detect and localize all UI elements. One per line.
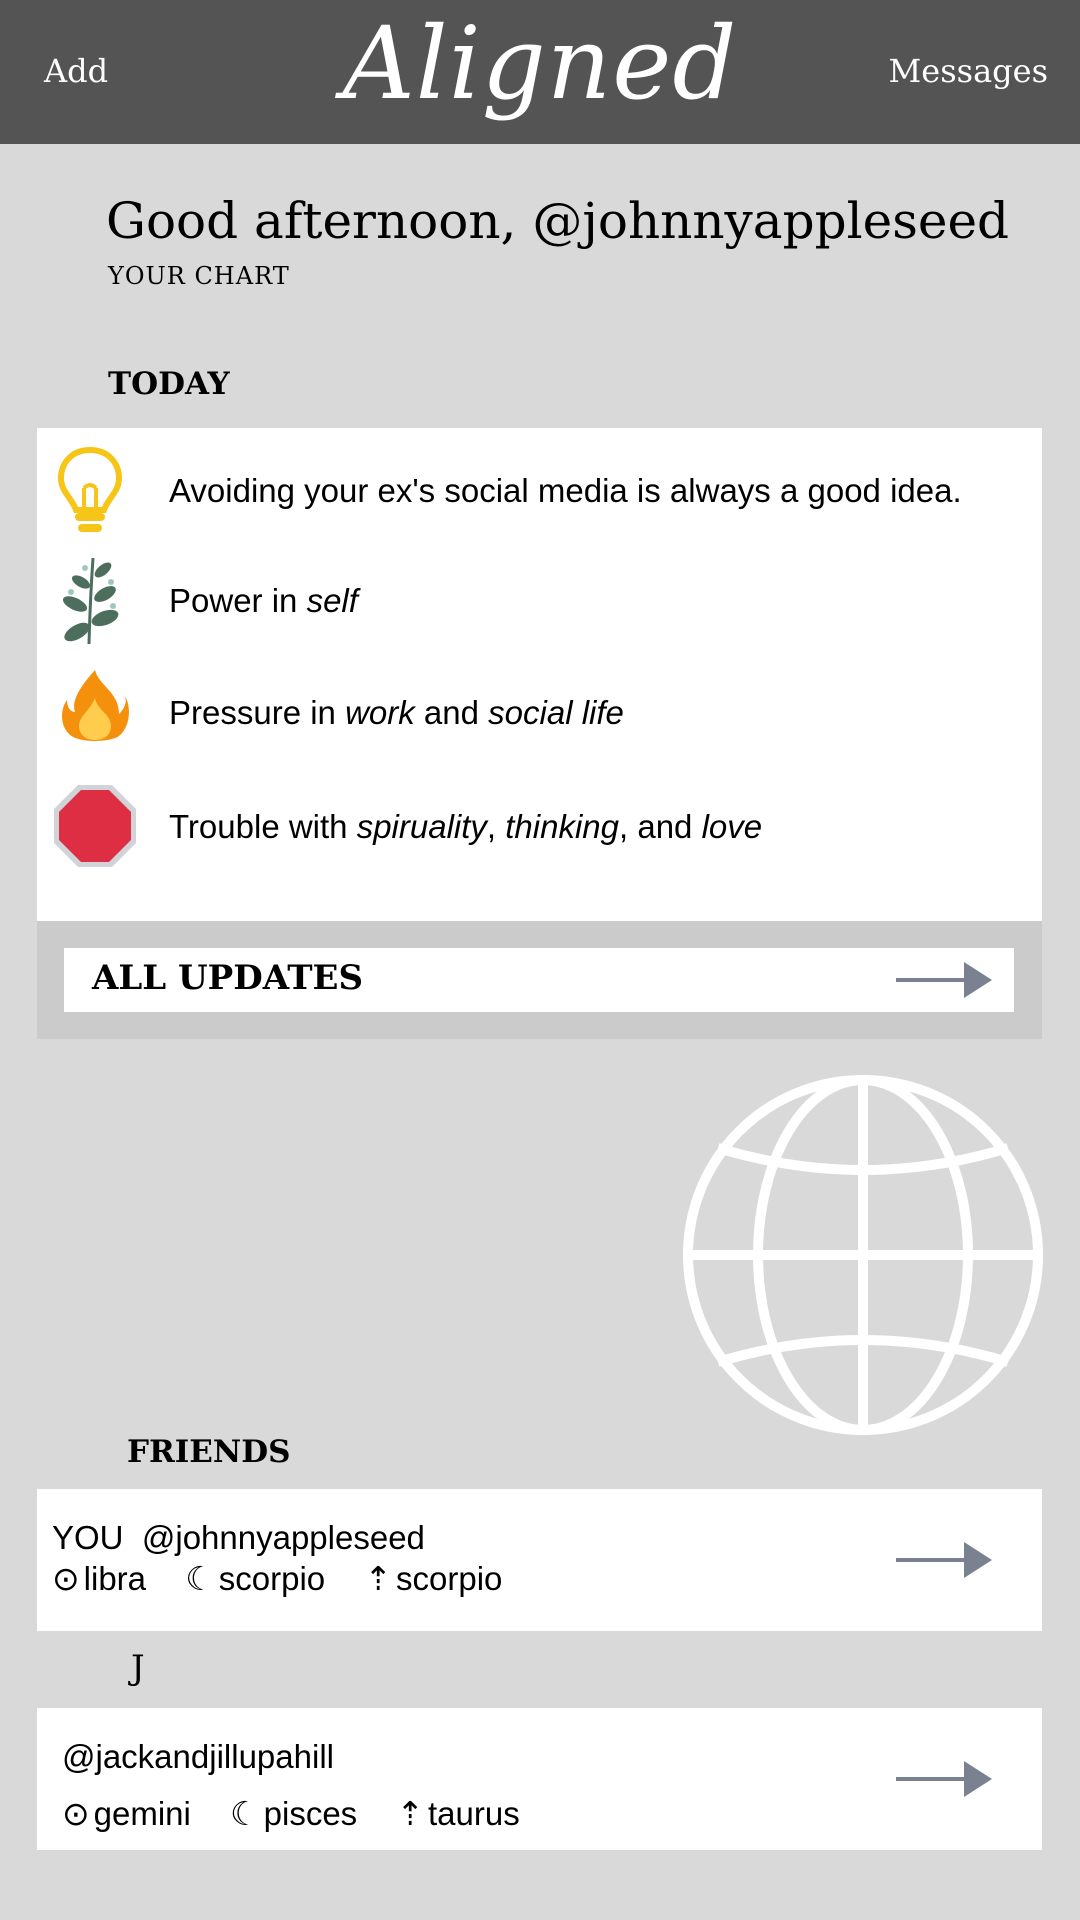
today-item: Trouble with spiruality, thinking, and l… xyxy=(37,784,1042,874)
today-heading: TODAY xyxy=(108,366,230,402)
rising-sign: ⇡ scorpio xyxy=(364,1560,503,1597)
your-chart-link[interactable]: YOUR CHART xyxy=(108,262,290,290)
sun-sign: ⊙ libra xyxy=(52,1560,147,1597)
friend-card-you[interactable]: YOU @johnnyappleseed ⊙ libra ☾ scorpio ⇡ sc… xyxy=(37,1489,1042,1631)
emphasis-text: work xyxy=(345,694,415,731)
friend-signs: ⊙ gemini ☾ pisces ⇡ taurus xyxy=(62,1794,550,1833)
moon-sign: ☾ scorpio xyxy=(185,1560,326,1597)
today-item-text: Trouble with spiruality, thinking, and l… xyxy=(169,808,762,846)
friends-group-letter: J xyxy=(131,1648,145,1688)
today-item: Pressure in work and social life xyxy=(37,668,1042,764)
rising-sign: ⇡ taurus xyxy=(396,1795,520,1832)
friend-handle: @jackandjillupahill xyxy=(62,1738,334,1775)
plain-text: Trouble with xyxy=(169,808,357,845)
emphasis-text: thinking xyxy=(505,808,619,845)
greeting-title: Good afternoon, @johnnyappleseed xyxy=(106,192,1010,250)
friends-heading: FRIENDS xyxy=(127,1434,291,1470)
plain-text: Power in xyxy=(169,582,307,619)
you-label: YOU xyxy=(52,1519,124,1556)
plain-text: , xyxy=(486,808,506,845)
arrow-right-icon xyxy=(894,958,994,1007)
plain-text: , and xyxy=(619,808,702,845)
sprout-icon xyxy=(59,552,123,651)
friend-signs: ⊙ libra ☾ scorpio ⇡ scorpio xyxy=(52,1559,532,1598)
moon-sign: ☾ pisces xyxy=(230,1795,358,1832)
stop-sign-icon xyxy=(53,784,137,873)
friend-card[interactable]: @jackandjillupahill ⊙ gemini ☾ pisces ⇡ tau… xyxy=(37,1708,1042,1850)
plain-text: Avoiding your ex's social media is alway… xyxy=(169,472,962,509)
friend-handle: @johnnyappleseed xyxy=(141,1519,425,1556)
today-item-text: Power in self xyxy=(169,582,358,620)
top-bar: Add Aligned Messages xyxy=(0,0,1080,144)
globe-icon xyxy=(680,1072,1046,1443)
arrow-right-icon xyxy=(894,1538,994,1587)
today-item-text: Avoiding your ex's social media is alway… xyxy=(169,472,962,510)
emphasis-text: social life xyxy=(488,694,624,731)
sun-sign: ⊙ gemini xyxy=(62,1795,191,1832)
friend-title: YOU @johnnyappleseed xyxy=(52,1519,425,1557)
today-item: Power in self xyxy=(37,552,1042,652)
emphasis-text: love xyxy=(701,808,763,845)
all-updates-container: ALL UPDATES xyxy=(37,921,1042,1039)
today-item-text: Pressure in work and social life xyxy=(169,694,624,732)
messages-button[interactable]: Messages xyxy=(889,52,1048,90)
lightbulb-icon xyxy=(55,444,125,541)
plain-text: and xyxy=(414,694,489,731)
today-item: Avoiding your ex's social media is alway… xyxy=(37,444,1042,540)
emphasis-text: spiruality xyxy=(356,808,487,845)
fire-icon xyxy=(59,668,131,749)
all-updates-label: ALL UPDATES xyxy=(92,958,364,998)
plain-text: Pressure in xyxy=(169,694,346,731)
arrow-right-icon xyxy=(894,1757,994,1806)
today-card: Avoiding your ex's social media is alway… xyxy=(37,428,1042,921)
all-updates-button[interactable]: ALL UPDATES xyxy=(64,948,1014,1012)
emphasis-text: self xyxy=(306,582,358,619)
